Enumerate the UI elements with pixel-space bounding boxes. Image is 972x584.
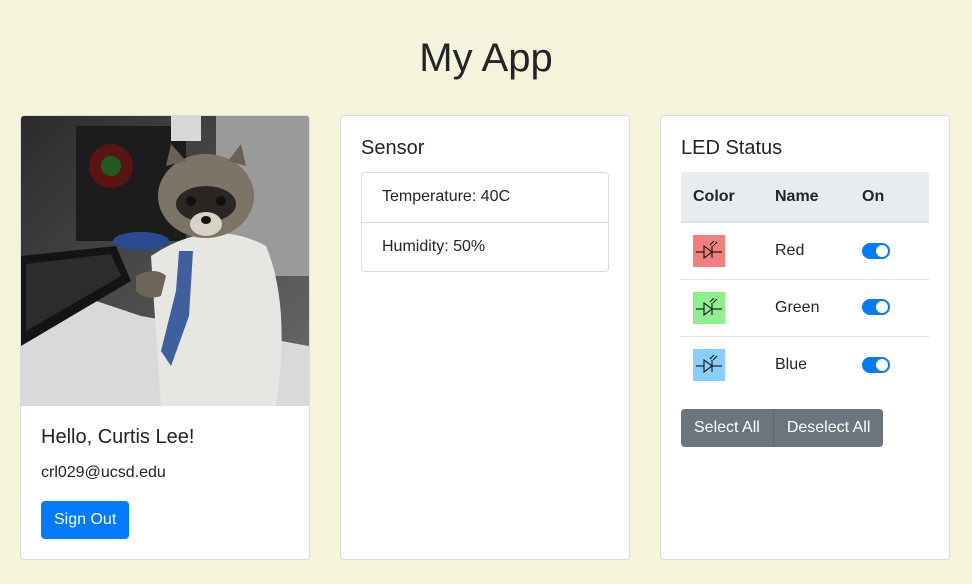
led-status-card: LED Status Color Name On Red Green Blue … (660, 115, 950, 560)
led-name: Red (763, 222, 850, 280)
column-header-color: Color (681, 172, 763, 223)
table-row: Green (681, 279, 929, 337)
led-status-title: LED Status (681, 137, 783, 159)
user-email: crl029@ucsd.edu (41, 464, 166, 481)
deselect-all-button[interactable]: Deselect All (772, 409, 884, 447)
led-red-toggle[interactable] (862, 242, 890, 259)
table-row: Red (681, 222, 929, 280)
led-table-header: Color Name On (681, 172, 929, 223)
profile-card: Hello, Curtis Lee! crl029@ucsd.edu Sign … (20, 115, 310, 560)
led-blue-toggle[interactable] (862, 356, 890, 373)
sensor-card: Sensor Temperature: 40C Humidity: 50% (340, 115, 630, 560)
select-all-button[interactable]: Select All (681, 409, 773, 447)
sensor-list: Temperature: 40C Humidity: 50% (361, 172, 609, 272)
led-red-icon (693, 234, 725, 267)
sensor-reading-humidity: Humidity: 50% (362, 222, 608, 271)
column-header-name: Name (763, 172, 850, 223)
profile-photo (21, 116, 309, 406)
app-title: My App (419, 36, 553, 80)
led-table: Color Name On Red Green Blue (681, 172, 929, 393)
led-green-icon (693, 291, 725, 324)
column-header-on: On (850, 172, 929, 223)
led-button-group: Select All Deselect All (681, 409, 884, 447)
sensor-reading-temperature: Temperature: 40C (382, 188, 511, 205)
sign-out-button[interactable]: Sign Out (41, 501, 130, 539)
led-name: Blue (775, 355, 808, 373)
led-blue-icon (693, 348, 725, 381)
led-green-toggle[interactable] (862, 299, 890, 316)
table-row: Blue (681, 336, 929, 393)
sensor-title: Sensor (361, 137, 425, 159)
led-name: Green (763, 279, 850, 337)
greeting-text: Hello, Curtis Lee! (41, 426, 195, 448)
